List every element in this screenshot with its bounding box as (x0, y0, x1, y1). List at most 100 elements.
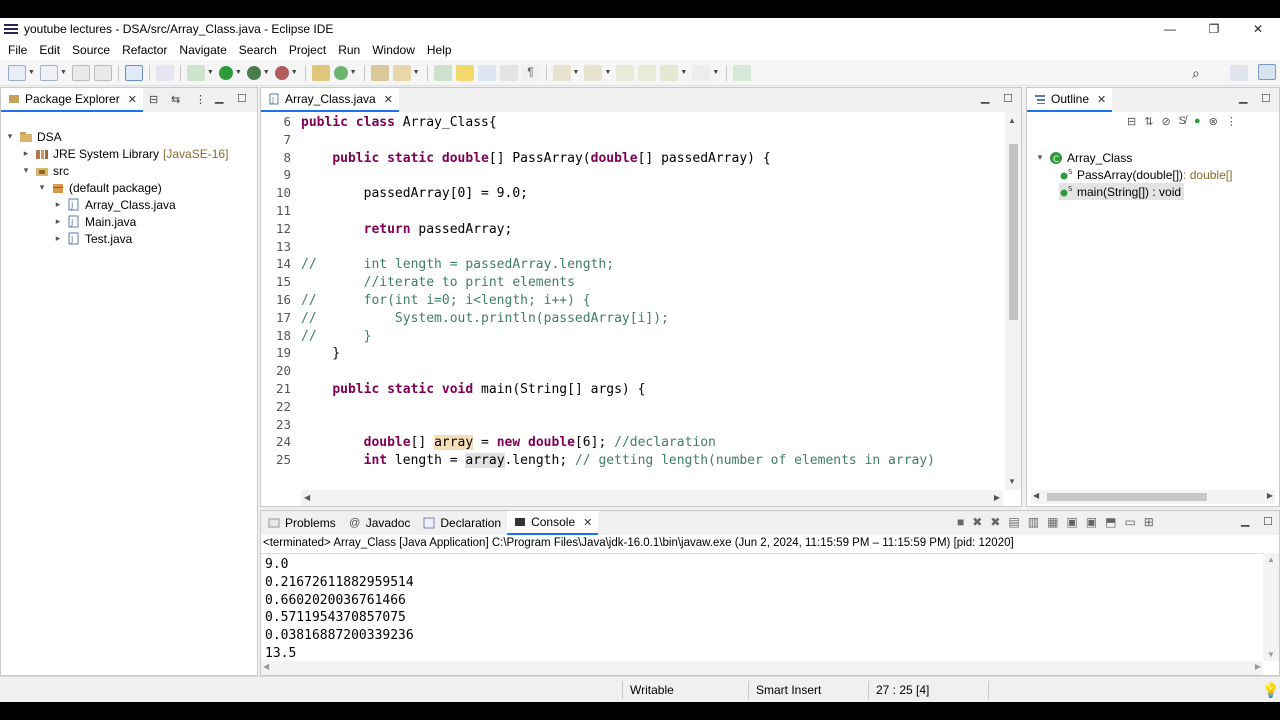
collapse-all-icon[interactable]: ⊟ (1127, 115, 1136, 128)
view-menu-icon[interactable]: ⋮ (195, 93, 206, 106)
menu-source[interactable]: Source (66, 43, 116, 57)
chevron-down-icon[interactable]: ▼ (604, 69, 611, 76)
outline-item[interactable]: S PassArray(double[]) : double[] (1059, 166, 1232, 183)
block-selection-icon[interactable] (477, 64, 496, 81)
chevron-down-icon[interactable]: ▼ (28, 69, 35, 76)
new-class-icon[interactable] (333, 65, 348, 80)
chevron-down-icon[interactable]: ▼ (712, 69, 719, 76)
tab-declaration[interactable]: Declaration (416, 511, 507, 535)
hide-local-types-icon[interactable]: ⊗ (1209, 115, 1218, 128)
code-editor[interactable]: 6 7 8 9 10 11 12 13 14 15 16 17 18 19 20 21 22 23 24 25 pub… (261, 112, 1021, 506)
tab-outline[interactable]: Outline ✕ (1027, 88, 1113, 112)
chevron-down-icon[interactable]: ▼ (350, 69, 357, 76)
clear-console-icon[interactable]: ▤ (1008, 515, 1019, 529)
coverage-icon[interactable] (246, 65, 261, 80)
scroll-down-icon[interactable]: ▼ (1008, 477, 1016, 486)
open-console-icon[interactable]: ⊞ (1144, 515, 1154, 529)
tree-item[interactable]: ▸ J Array_Class.java (53, 196, 176, 213)
tree-item[interactable]: ▸ J Main.java (53, 213, 137, 230)
mark-occurrences-icon[interactable] (455, 64, 474, 81)
debug-icon[interactable] (186, 64, 205, 81)
pin-editor-icon[interactable] (733, 64, 752, 81)
menu-project[interactable]: Project (283, 43, 332, 57)
minimize-view-icon[interactable]: ▁ (981, 91, 989, 104)
collapse-all-icon[interactable]: ⊟ (149, 93, 158, 106)
close-icon[interactable]: ✕ (384, 93, 393, 106)
tab-console[interactable]: Console ✕ (507, 511, 599, 535)
tree-item[interactable]: ▾ (default package) (37, 179, 162, 196)
chevron-down-icon[interactable]: ▼ (263, 69, 270, 76)
chevron-down-icon[interactable]: ▼ (60, 69, 67, 76)
menu-refactor[interactable]: Refactor (116, 43, 173, 57)
terminal-icon[interactable] (124, 64, 143, 81)
tree-item[interactable]: ▾ DSA (5, 128, 62, 145)
horizontal-scrollbar[interactable]: ◀ ▶ (301, 490, 1003, 506)
maximize-view-icon[interactable]: ☐ (1003, 92, 1013, 105)
menu-file[interactable]: File (2, 43, 33, 57)
minimize-window-icon[interactable]: — (1148, 18, 1192, 40)
chevron-down-icon[interactable]: ▼ (207, 69, 214, 76)
skip-breakpoints-icon[interactable] (155, 64, 174, 81)
tree-item[interactable]: ▸ J Test.java (53, 230, 133, 247)
menu-window[interactable]: Window (366, 43, 421, 57)
chevron-right-icon[interactable]: ▸ (53, 233, 63, 244)
tab-problems[interactable]: Problems (261, 511, 342, 535)
maximize-view-icon[interactable]: ☐ (1263, 515, 1273, 528)
maximize-view-icon[interactable]: ☐ (1261, 92, 1271, 105)
open-type-icon[interactable] (370, 64, 389, 81)
next-annotation-icon[interactable] (552, 64, 571, 81)
menu-help[interactable]: Help (421, 43, 458, 57)
tree-item[interactable]: ▸ JRE System Library [JavaSE-16] (21, 145, 229, 162)
save-icon[interactable] (71, 64, 90, 81)
hide-fields-icon[interactable]: ⊘ (1161, 115, 1170, 128)
scroll-down-icon[interactable]: ▼ (1267, 650, 1275, 659)
minimize-view-icon[interactable]: ▁ (1239, 91, 1247, 104)
link-with-editor-icon[interactable]: ⇆ (171, 93, 180, 106)
view-menu-icon[interactable]: ⋮ (1226, 115, 1237, 128)
show-on-output-icon[interactable]: ▣ (1066, 515, 1077, 529)
chevron-right-icon[interactable]: ▸ (21, 148, 31, 159)
scroll-left-icon[interactable]: ◀ (304, 493, 310, 502)
menu-edit[interactable]: Edit (33, 43, 66, 57)
chevron-down-icon[interactable]: ▼ (413, 69, 420, 76)
last-edit-location-icon[interactable] (616, 64, 635, 81)
scroll-right-icon[interactable]: ▶ (1255, 662, 1261, 671)
forward-icon[interactable] (692, 64, 711, 81)
open-perspective-icon[interactable] (1230, 65, 1248, 81)
scrollbar-thumb[interactable] (1047, 493, 1207, 501)
scroll-left-icon[interactable]: ◀ (1033, 491, 1039, 500)
outline-horizontal-scrollbar[interactable]: ◀ ▶ (1031, 490, 1275, 504)
chevron-right-icon[interactable]: ▸ (53, 199, 63, 210)
back-icon[interactable] (660, 64, 679, 81)
remove-all-terminated-icon[interactable]: ✖ (990, 515, 1000, 529)
word-wrap-icon[interactable]: ▦ (1047, 515, 1058, 529)
scroll-up-icon[interactable]: ▲ (1267, 555, 1275, 564)
tab-javadoc[interactable]: @ Javadoc (342, 511, 417, 535)
new-icon[interactable] (8, 64, 26, 81)
show-on-error-icon[interactable]: ▣ (1086, 515, 1097, 529)
scroll-right-icon[interactable]: ▶ (1267, 491, 1273, 500)
pin-console-icon[interactable]: ⬒ (1105, 515, 1116, 529)
display-console-icon[interactable]: ▭ (1124, 515, 1135, 529)
chevron-down-icon[interactable]: ▾ (5, 131, 15, 142)
close-icon[interactable]: ✕ (128, 93, 137, 106)
close-icon[interactable]: ✕ (1097, 93, 1106, 106)
save-all-icon[interactable] (93, 64, 112, 81)
new-file-icon[interactable] (39, 64, 58, 81)
toggle-breadcrumb-icon[interactable] (433, 64, 452, 81)
java-perspective-icon[interactable] (1258, 64, 1276, 80)
minimize-view-icon[interactable]: ▁ (1241, 514, 1249, 527)
chevron-down-icon[interactable]: ▾ (21, 165, 31, 176)
scroll-up-icon[interactable]: ▲ (1008, 116, 1016, 125)
chevron-down-icon[interactable]: ▼ (291, 69, 298, 76)
outline-item[interactable]: ▾ C Array_Class (1035, 149, 1133, 166)
console-horizontal-scrollbar[interactable]: ◀ ▶ (261, 661, 1263, 675)
scroll-lock-icon[interactable]: ▥ (1028, 515, 1039, 529)
chevron-down-icon[interactable]: ▾ (1035, 152, 1045, 163)
external-tools-icon[interactable] (274, 65, 289, 80)
scrollbar-thumb[interactable] (1009, 144, 1018, 320)
search-icon[interactable]: ⌕ (1192, 65, 1200, 82)
chevron-right-icon[interactable]: ▸ (53, 216, 63, 227)
console-output[interactable]: 9.0 0.21672611882959514 0.6602020036761466… (261, 553, 1263, 661)
remove-launch-icon[interactable]: ✖ (972, 515, 982, 529)
